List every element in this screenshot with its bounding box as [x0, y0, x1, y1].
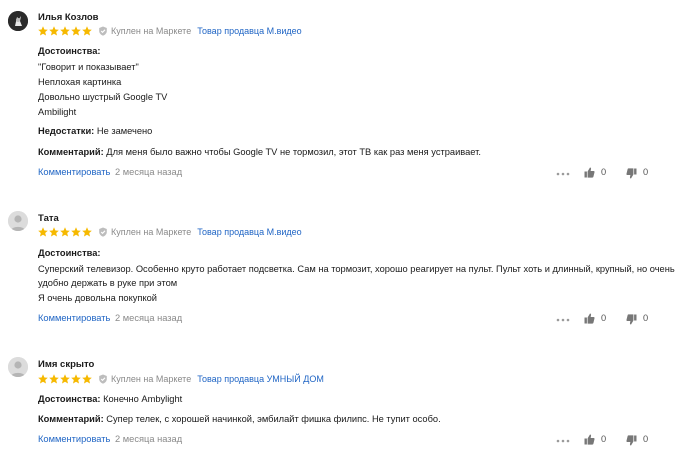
- thumb-down-icon[interactable]: [626, 435, 637, 446]
- comment-text: Для меня было важно чтобы Google TV не т…: [106, 147, 481, 157]
- avatar[interactable]: [8, 357, 28, 377]
- review-meta: Куплен на Маркете Товар продавца УМНЫЙ Д…: [38, 373, 324, 385]
- comment-button[interactable]: Комментировать: [38, 313, 110, 323]
- avatar[interactable]: [8, 211, 28, 231]
- seller-link[interactable]: Товар продавца УМНЫЙ ДОМ: [197, 374, 324, 384]
- pros-line: "Говорит и показывает": [38, 62, 139, 72]
- avatar[interactable]: [8, 11, 28, 31]
- check-icon: [99, 374, 107, 384]
- star-icon: [60, 374, 70, 384]
- avatar-placeholder-icon: [8, 211, 28, 231]
- rating-stars: [38, 374, 92, 384]
- review-date: 2 месяца назад: [115, 434, 183, 444]
- star-icon: [38, 227, 48, 237]
- comment-row: Комментарий: Супер телек, с хорошей начи…: [38, 413, 441, 425]
- comment-label: Комментарий:: [38, 414, 104, 424]
- like-count: 0: [601, 434, 607, 444]
- pros-line: Суперский телевизор. Особенно круто рабо…: [38, 264, 675, 274]
- more-dots-icon[interactable]: [556, 318, 570, 322]
- cons-row: Недостатки: Не замечено: [38, 125, 152, 137]
- pros-row: Достоинства: Конечно Ambylight: [38, 393, 182, 405]
- more-dots-icon[interactable]: [556, 439, 570, 443]
- comment-row: Комментарий: Для меня было важно чтобы G…: [38, 146, 481, 158]
- avatar-placeholder-icon: [8, 357, 28, 377]
- cons-label: Недостатки:: [38, 126, 95, 136]
- star-icon: [71, 26, 81, 36]
- pros-label: Достоинства:: [38, 394, 101, 404]
- check-icon: [99, 227, 107, 237]
- review-meta: Куплен на Маркете Товар продавца М.видео: [38, 226, 302, 238]
- review-date: 2 месяца назад: [115, 313, 183, 323]
- dislike-count: 0: [643, 434, 649, 444]
- pros-line: удобно держать в руке при этом: [38, 278, 178, 288]
- star-icon: [60, 227, 70, 237]
- review-date: 2 месяца назад: [115, 167, 183, 177]
- star-icon: [38, 26, 48, 36]
- seller-link[interactable]: Товар продавца М.видео: [197, 227, 301, 237]
- avatar-photo-icon: [8, 11, 28, 31]
- review-footer: Комментировать 2 месяца назад 0 0: [38, 167, 658, 181]
- star-icon: [82, 227, 92, 237]
- thumb-up-icon[interactable]: [584, 434, 595, 445]
- star-icon: [71, 227, 81, 237]
- review-footer: Комментировать 2 месяца назад 0 0: [38, 313, 658, 327]
- star-icon: [49, 374, 59, 384]
- pros-line: Я очень довольна покупкой: [38, 293, 157, 303]
- star-icon: [71, 374, 81, 384]
- review-footer: Комментировать 2 месяца назад 0 0: [38, 434, 658, 448]
- thumb-down-icon[interactable]: [626, 168, 637, 179]
- like-count: 0: [601, 167, 607, 177]
- dislike-count: 0: [643, 313, 649, 323]
- star-icon: [60, 26, 70, 36]
- pros-text: Конечно Ambylight: [103, 394, 183, 404]
- check-icon: [99, 26, 107, 36]
- pros-line: Довольно шустрый Google TV: [38, 92, 168, 102]
- star-icon: [49, 227, 59, 237]
- bought-on-market: Куплен на Маркете: [111, 227, 192, 237]
- thumb-up-icon[interactable]: [584, 313, 595, 324]
- more-dots-icon[interactable]: [556, 172, 570, 176]
- star-icon: [49, 26, 59, 36]
- dislike-count: 0: [643, 167, 649, 177]
- pros-line: Неплохая картинка: [38, 77, 122, 87]
- seller-link[interactable]: Товар продавца М.видео: [197, 26, 301, 36]
- rating-stars: [38, 26, 92, 36]
- like-count: 0: [601, 313, 607, 323]
- comment-button[interactable]: Комментировать: [38, 167, 110, 177]
- comment-label: Комментарий:: [38, 147, 104, 157]
- author-name[interactable]: Тата: [38, 213, 59, 224]
- review-meta: Куплен на Маркете Товар продавца М.видео: [38, 25, 302, 37]
- thumb-up-icon[interactable]: [584, 167, 595, 178]
- author-name[interactable]: Имя скрыто: [38, 359, 94, 370]
- pros-label: Достоинства:: [38, 248, 101, 258]
- cons-text: Не замечено: [96, 126, 153, 136]
- author-name[interactable]: Илья Козлов: [38, 12, 99, 23]
- star-icon: [82, 374, 92, 384]
- rating-stars: [38, 227, 92, 237]
- thumb-down-icon[interactable]: [626, 314, 637, 325]
- comment-text: Супер телек, с хорошей начинкой, эмбилай…: [106, 414, 441, 424]
- bought-on-market: Куплен на Маркете: [111, 374, 192, 384]
- star-icon: [38, 374, 48, 384]
- comment-button[interactable]: Комментировать: [38, 434, 110, 444]
- pros-label: Достоинства:: [38, 46, 101, 56]
- pros-line: Ambilight: [38, 107, 77, 117]
- bought-on-market: Куплен на Маркете: [111, 26, 192, 36]
- star-icon: [82, 26, 92, 36]
